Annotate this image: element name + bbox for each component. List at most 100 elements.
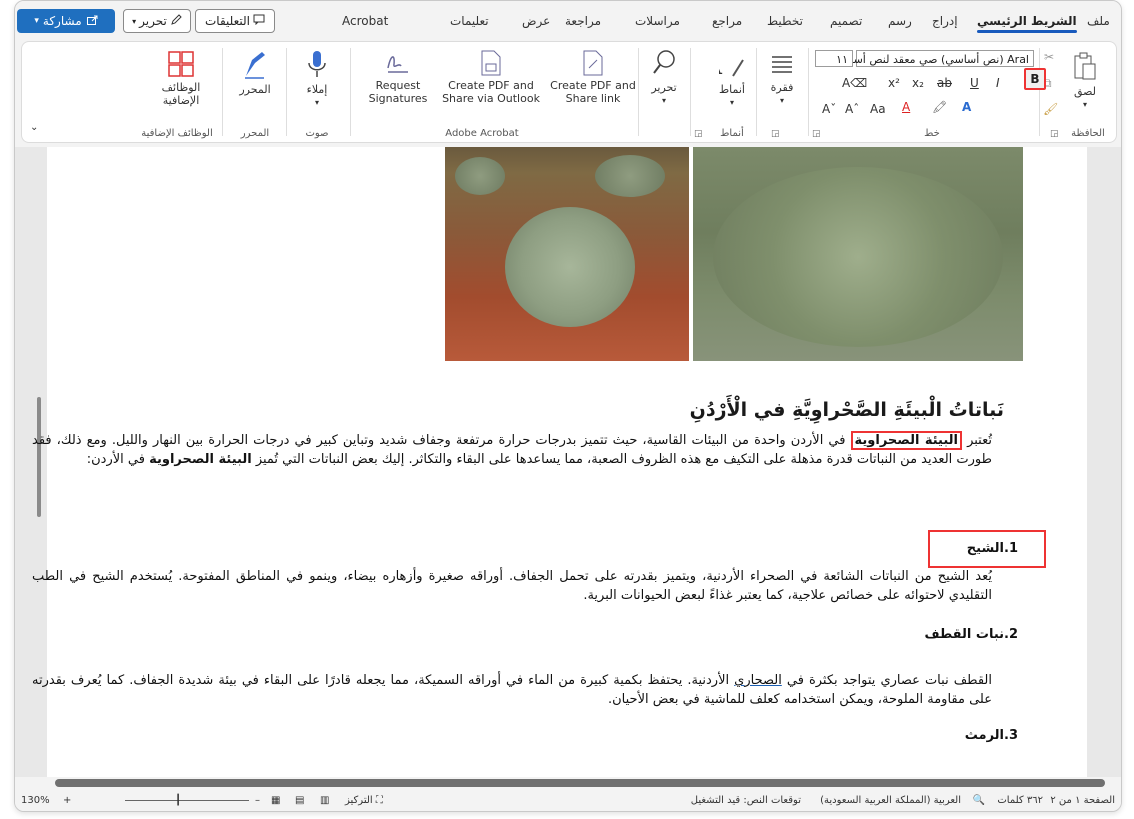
scrollbar-thumb[interactable]: [55, 779, 1105, 787]
dialog-launcher-icon[interactable]: ◲: [694, 129, 703, 139]
chevron-down-icon: ▾: [34, 16, 39, 26]
tab-draw[interactable]: رسم: [888, 14, 912, 28]
shih-paragraph[interactable]: يُعد الشيح من النباتات الشائعة في الصحرا…: [32, 567, 992, 605]
dictate-button[interactable]: إملاء ▾: [292, 50, 342, 109]
share-button[interactable]: مشاركة ▾: [17, 9, 115, 33]
print-layout-icon[interactable]: ▤: [295, 795, 304, 806]
tab-layout[interactable]: تخطيط: [767, 14, 803, 28]
text-predictions-status[interactable]: توقعات النص: قيد التشغيل: [691, 795, 801, 806]
separator: [808, 48, 809, 136]
pdf-mail-icon: [481, 50, 501, 76]
format-painter-icon[interactable]: 🖌: [1043, 102, 1058, 116]
share-label: مشاركة: [42, 14, 82, 28]
zoom-slider-thumb[interactable]: ┃: [175, 795, 181, 806]
addins-group-label: الوظائف الإضافية: [141, 128, 213, 139]
comments-button[interactable]: التعليقات: [195, 9, 275, 33]
tab-acrobat[interactable]: Acrobat: [342, 14, 388, 28]
search-icon: [653, 50, 675, 74]
separator: [1039, 48, 1040, 136]
tab-mailings[interactable]: مراسلات: [635, 14, 680, 28]
heading-rimth[interactable]: 3.الرمث: [965, 728, 1018, 743]
font-color-icon[interactable]: A: [902, 100, 910, 114]
heading-shih[interactable]: 1.الشيح: [967, 541, 1018, 556]
pdf-link-icon: [583, 50, 603, 76]
bold-term: البيئة الصحراوية: [149, 452, 252, 467]
zoom-level[interactable]: 130%: [21, 795, 50, 806]
change-case-button[interactable]: Aa: [870, 102, 886, 116]
create-pdf-share-link-label: Create PDF and Share link: [550, 79, 636, 105]
bold-button[interactable]: B: [1024, 68, 1046, 90]
focus-mode-button[interactable]: ⛶ التركيز: [345, 795, 383, 806]
editor-group-label: المحرر: [240, 128, 270, 139]
document-title[interactable]: نَباتاتُ الْبيئَةِ الصَّحْراوِيَّةِ في ا…: [690, 399, 1004, 421]
superscript-icon[interactable]: x²: [888, 76, 900, 90]
desert-shrub-photo[interactable]: [445, 147, 689, 361]
clear-formatting-icon[interactable]: A⌫: [842, 76, 867, 90]
dialog-launcher-icon[interactable]: ◲: [1050, 129, 1059, 139]
shrink-font-icon[interactable]: Aˇ: [822, 102, 836, 116]
editing-label: تحرير: [139, 14, 167, 28]
editing-mode-button[interactable]: تحرير ▾: [123, 9, 191, 33]
proofing-icon[interactable]: 🔍: [973, 795, 985, 806]
dialog-launcher-icon[interactable]: ◲: [812, 129, 821, 139]
zoom-in-button[interactable]: +: [63, 795, 71, 806]
tab-home[interactable]: الشريط الرئيسي: [977, 14, 1077, 33]
italic-icon[interactable]: I: [996, 76, 1000, 90]
tab-review[interactable]: مراجعة: [565, 14, 601, 28]
paragraph-label: فقرة: [770, 81, 794, 94]
dialog-launcher-icon[interactable]: ◲: [771, 129, 780, 139]
paragraph-icon: [772, 56, 792, 73]
zoom-slider[interactable]: [125, 800, 249, 801]
editor-label: المحرر: [239, 83, 271, 96]
request-signatures-button[interactable]: Request Signatures: [360, 50, 436, 105]
collapse-ribbon-icon[interactable]: ⌄: [30, 122, 38, 133]
read-mode-icon[interactable]: ▦: [271, 795, 280, 806]
text-effects-icon[interactable]: A: [962, 100, 971, 114]
font-group-label: خط: [924, 128, 940, 139]
zoom-out-button[interactable]: –: [255, 795, 260, 806]
separator: [756, 48, 757, 136]
paste-button[interactable]: لصق ▾: [1065, 52, 1105, 111]
qataf-paragraph[interactable]: القطف نبات عصاري يتواجد بكثرة في الصحاري…: [32, 671, 992, 709]
ribbon-tabs: ملف الشريط الرئيسي إدراج رسم تصميم تخطيط…: [15, 1, 1121, 41]
deserts-word[interactable]: الصحاري: [734, 673, 782, 688]
grow-font-icon[interactable]: Aˆ: [845, 102, 859, 116]
strikethrough-icon[interactable]: ab: [937, 76, 952, 90]
tab-view[interactable]: عرض: [522, 14, 550, 28]
font-size-box[interactable]: ١١: [815, 50, 853, 67]
underline-icon[interactable]: U: [970, 76, 979, 90]
paste-label: لصق: [1073, 85, 1097, 98]
saltbush-photo[interactable]: [693, 147, 1023, 361]
tab-help[interactable]: تعليمات: [450, 14, 489, 28]
subscript-icon[interactable]: x₂: [912, 76, 924, 90]
create-pdf-outlook-label: Create PDF and Share via Outlook: [442, 79, 540, 105]
page-count[interactable]: الصفحة ١ من ٢: [1050, 795, 1115, 806]
separator: [638, 48, 639, 136]
styles-button[interactable]: A أنماط ▾: [712, 50, 752, 109]
web-layout-icon[interactable]: ▥: [320, 795, 329, 806]
tab-file[interactable]: ملف: [1087, 14, 1110, 28]
separator: [286, 48, 287, 136]
focus-icon: ⛶: [375, 795, 383, 806]
cut-icon[interactable]: ✂: [1044, 50, 1054, 64]
create-pdf-outlook-button[interactable]: Create PDF and Share via Outlook: [440, 50, 542, 105]
styles-label: أنماط: [718, 83, 745, 96]
addins-button[interactable]: الوظائف الإضافية: [146, 50, 216, 107]
share-icon: [86, 14, 98, 29]
highlight-icon[interactable]: 🖍: [932, 100, 947, 114]
create-pdf-share-link-button[interactable]: Create PDF and Share link: [548, 50, 638, 105]
editor-button[interactable]: المحرر: [228, 50, 282, 96]
heading-qataf[interactable]: 2.نبات القطف: [925, 627, 1018, 642]
font-name-box[interactable]: Aral (نص أساسي) صي معقد لنص أساسي: [832, 50, 1034, 67]
horizontal-scrollbar[interactable]: [37, 779, 1117, 789]
tab-design[interactable]: تصميم: [830, 14, 862, 28]
paragraph-button[interactable]: فقرة ▾: [762, 52, 802, 107]
styles-icon: A: [719, 52, 744, 80]
highlighted-term[interactable]: البيئة الصحراوية: [850, 431, 963, 450]
word-count[interactable]: ٣٦٢ كلمات: [997, 795, 1043, 806]
intro-paragraph[interactable]: تُعتبر البيئة الصحراوية في الأردن واحدة …: [32, 431, 992, 469]
tab-references[interactable]: مراجع: [712, 14, 742, 28]
find-editing-button[interactable]: تحرير ▾: [644, 48, 684, 107]
tab-insert[interactable]: إدراج: [932, 14, 958, 28]
language-status[interactable]: العربية (المملكة العربية السعودية): [820, 795, 961, 806]
